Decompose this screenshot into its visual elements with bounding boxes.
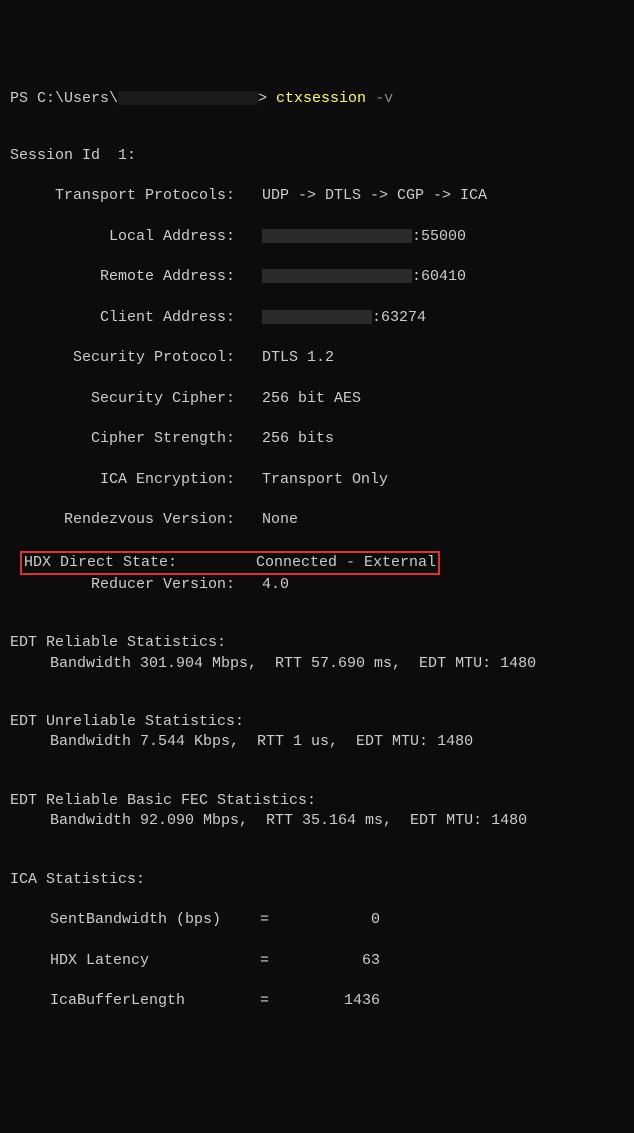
row-label: ICA Encryption: [10, 470, 235, 490]
session-header: Session Id 1: [10, 146, 624, 166]
redacted-address [262, 310, 372, 324]
ica-value: 63 [300, 951, 380, 971]
ica-row: HDX Latency=63 [10, 951, 624, 971]
row-value: Transport Only [262, 470, 388, 490]
row-value: 256 bits [262, 429, 334, 449]
stat-line: Bandwidth 92.090 Mbps, RTT 35.164 ms, ED… [10, 811, 624, 831]
ica-value: 0 [300, 910, 380, 930]
session-row: Security Protocol: DTLS 1.2 [10, 348, 624, 368]
session-row: ICA Encryption: Transport Only [10, 470, 624, 490]
ica-equals: = [260, 951, 300, 971]
row-label: Cipher Strength: [10, 429, 235, 449]
edt-reliable-section: EDT Reliable Statistics:Bandwidth 301.90… [10, 633, 624, 674]
ica-row: IcaBufferLength=1436 [10, 991, 624, 1011]
row-value: Connected - External [256, 553, 436, 573]
row-value: UDP -> DTLS -> CGP -> ICA [262, 186, 487, 206]
session-row: Reducer Version: 4.0 [10, 575, 624, 595]
ica-label: HDX Latency [50, 951, 260, 971]
row-value: None [262, 510, 298, 530]
ica-label: IcaBufferLength [50, 991, 260, 1011]
section-title: EDT Reliable Statistics: [10, 633, 624, 653]
row-label: HDX Direct State: [24, 553, 229, 573]
prompt-prefix: PS C:\Users\ [10, 90, 118, 107]
row-label: Rendezvous Version: [10, 510, 235, 530]
prompt-suffix: > [258, 90, 276, 107]
edt-fec-section: EDT Reliable Basic FEC Statistics:Bandwi… [10, 791, 624, 832]
session-row: Rendezvous Version: None [10, 510, 624, 530]
row-value: :63274 [372, 308, 426, 328]
row-label: Client Address: [10, 308, 235, 328]
section-title: ICA Statistics: [10, 870, 624, 890]
session-row: Remote Address: :60410 [10, 267, 624, 287]
ica-label: SentBandwidth (bps) [50, 910, 260, 930]
row-value: :60410 [412, 267, 466, 287]
session-row: Cipher Strength: 256 bits [10, 429, 624, 449]
section-title: EDT Reliable Basic FEC Statistics: [10, 791, 624, 811]
session-row: Transport Protocols: UDP -> DTLS -> CGP … [10, 186, 624, 206]
stat-line: Bandwidth 301.904 Mbps, RTT 57.690 ms, E… [10, 654, 624, 674]
session-row: Client Address: :63274 [10, 308, 624, 328]
command-flag: -v [375, 90, 393, 107]
edt-unreliable-section: EDT Unreliable Statistics:Bandwidth 7.54… [10, 712, 624, 753]
row-label: Reducer Version: [10, 575, 235, 595]
row-label: Local Address: [10, 227, 235, 247]
ica-row: SentBandwidth (bps)=0 [10, 910, 624, 930]
row-label: Security Protocol: [10, 348, 235, 368]
row-value: DTLS 1.2 [262, 348, 334, 368]
row-value: 256 bit AES [262, 389, 361, 409]
row-label: Security Cipher: [10, 389, 235, 409]
ica-section: ICA Statistics: SentBandwidth (bps)=0 HD… [10, 870, 624, 1032]
row-label: Transport Protocols: [10, 186, 235, 206]
ica-equals: = [260, 991, 300, 1011]
section-title: EDT Unreliable Statistics: [10, 712, 624, 732]
session-row: Local Address: :55000 [10, 227, 624, 247]
redacted-username [118, 91, 258, 105]
ica-value: 1436 [300, 991, 380, 1011]
redacted-address [262, 229, 412, 243]
redacted-address [262, 269, 412, 283]
row-label: Remote Address: [10, 267, 235, 287]
prompt-line: PS C:\Users\ > ctxsession -v [10, 89, 624, 109]
session-row: Security Cipher: 256 bit AES [10, 389, 624, 409]
command-text: ctxsession [276, 90, 366, 107]
ica-equals: = [260, 910, 300, 930]
row-value: 4.0 [262, 575, 289, 595]
stat-line: Bandwidth 7.544 Kbps, RTT 1 us, EDT MTU:… [10, 732, 624, 752]
hdx-direct-highlight: HDX Direct State: Connected - External [20, 551, 440, 575]
row-value: :55000 [412, 227, 466, 247]
